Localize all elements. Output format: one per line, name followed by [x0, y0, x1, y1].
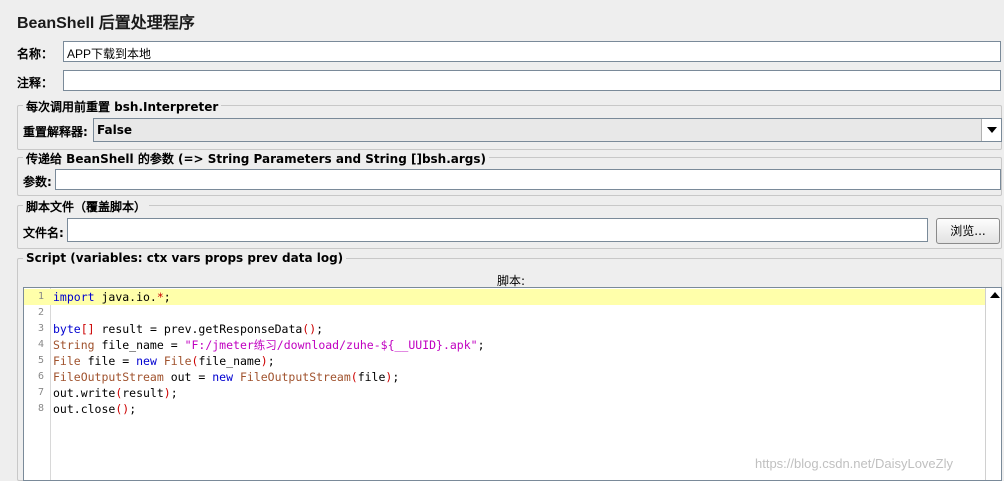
code-line[interactable]: 1 import java.io.*; — [24, 289, 985, 305]
arrow-up-icon[interactable] — [990, 292, 1000, 298]
parameters-legend: 传递给 BeanShell 的参数 (=> String Parameters … — [23, 150, 490, 167]
dropdown-button[interactable] — [981, 119, 1001, 141]
chevron-down-icon — [987, 127, 997, 133]
code-line[interactable]: 3 byte[] result = prev.getResponseData(); — [24, 321, 985, 337]
code-line[interactable]: 8 out.close(); — [24, 401, 985, 417]
line-number: 2 — [37, 307, 44, 318]
code-line[interactable]: 4 String file_name = "F:/jmeter练习/downloa… — [24, 337, 985, 353]
code-text: out.write(result); — [53, 386, 178, 400]
line-number: 8 — [37, 403, 44, 414]
vertical-scrollbar[interactable] — [985, 288, 1001, 480]
panel-title: BeanShell 后置处理程序 — [17, 15, 195, 32]
reset-interpreter-legend: 每次调用前重置 bsh.Interpreter — [23, 98, 222, 115]
code-text: File file = new File(file_name); — [53, 354, 275, 368]
filename-label: 文件名: — [23, 226, 64, 240]
line-number: 3 — [37, 323, 44, 334]
line-number: 5 — [37, 355, 44, 366]
parameters-label: 参数: — [23, 175, 52, 189]
reset-interpreter-select[interactable]: False — [93, 118, 1002, 142]
comment-field[interactable] — [63, 70, 1001, 91]
line-number: 6 — [37, 371, 44, 382]
code-text: byte[] result = prev.getResponseData(); — [53, 322, 324, 336]
code-line[interactable]: 2 — [24, 305, 985, 321]
code-text: import java.io.*; — [53, 290, 171, 304]
code-line[interactable]: 7 out.write(result); — [24, 385, 985, 401]
comment-label: 注释： — [17, 76, 54, 90]
reset-interpreter-value: False — [97, 123, 132, 137]
line-number: 7 — [37, 387, 44, 398]
code-text: out.close(); — [53, 402, 137, 416]
name-value: APP下载到本地 — [67, 47, 152, 61]
script-legend: Script (variables: ctx vars props prev d… — [23, 251, 347, 265]
script-editor[interactable]: 1 import java.io.*; 2 3 byte[] result = prev… — [23, 287, 1002, 481]
code-line[interactable]: 6 FileOutputStream out = new FileOutputSt… — [24, 369, 985, 385]
script-file-legend: 脚本文件（覆盖脚本） — [23, 198, 150, 215]
browse-button[interactable]: 浏览... — [936, 218, 1000, 244]
filename-field[interactable] — [67, 218, 928, 242]
line-number: 1 — [37, 291, 44, 302]
code-line[interactable]: 5 File file = new File(file_name); — [24, 353, 985, 369]
watermark: https://blog.csdn.net/DaisyLoveZly — [755, 456, 953, 471]
name-label: 名称： — [17, 47, 54, 61]
line-number: 4 — [37, 339, 44, 350]
code-text: String file_name = "F:/jmeter练习/download… — [53, 338, 485, 352]
reset-interpreter-label: 重置解释器: — [23, 125, 88, 139]
name-field[interactable]: APP下载到本地 — [63, 41, 1001, 62]
parameters-field[interactable] — [55, 169, 1001, 190]
code-text: FileOutputStream out = new FileOutputStr… — [53, 370, 400, 384]
